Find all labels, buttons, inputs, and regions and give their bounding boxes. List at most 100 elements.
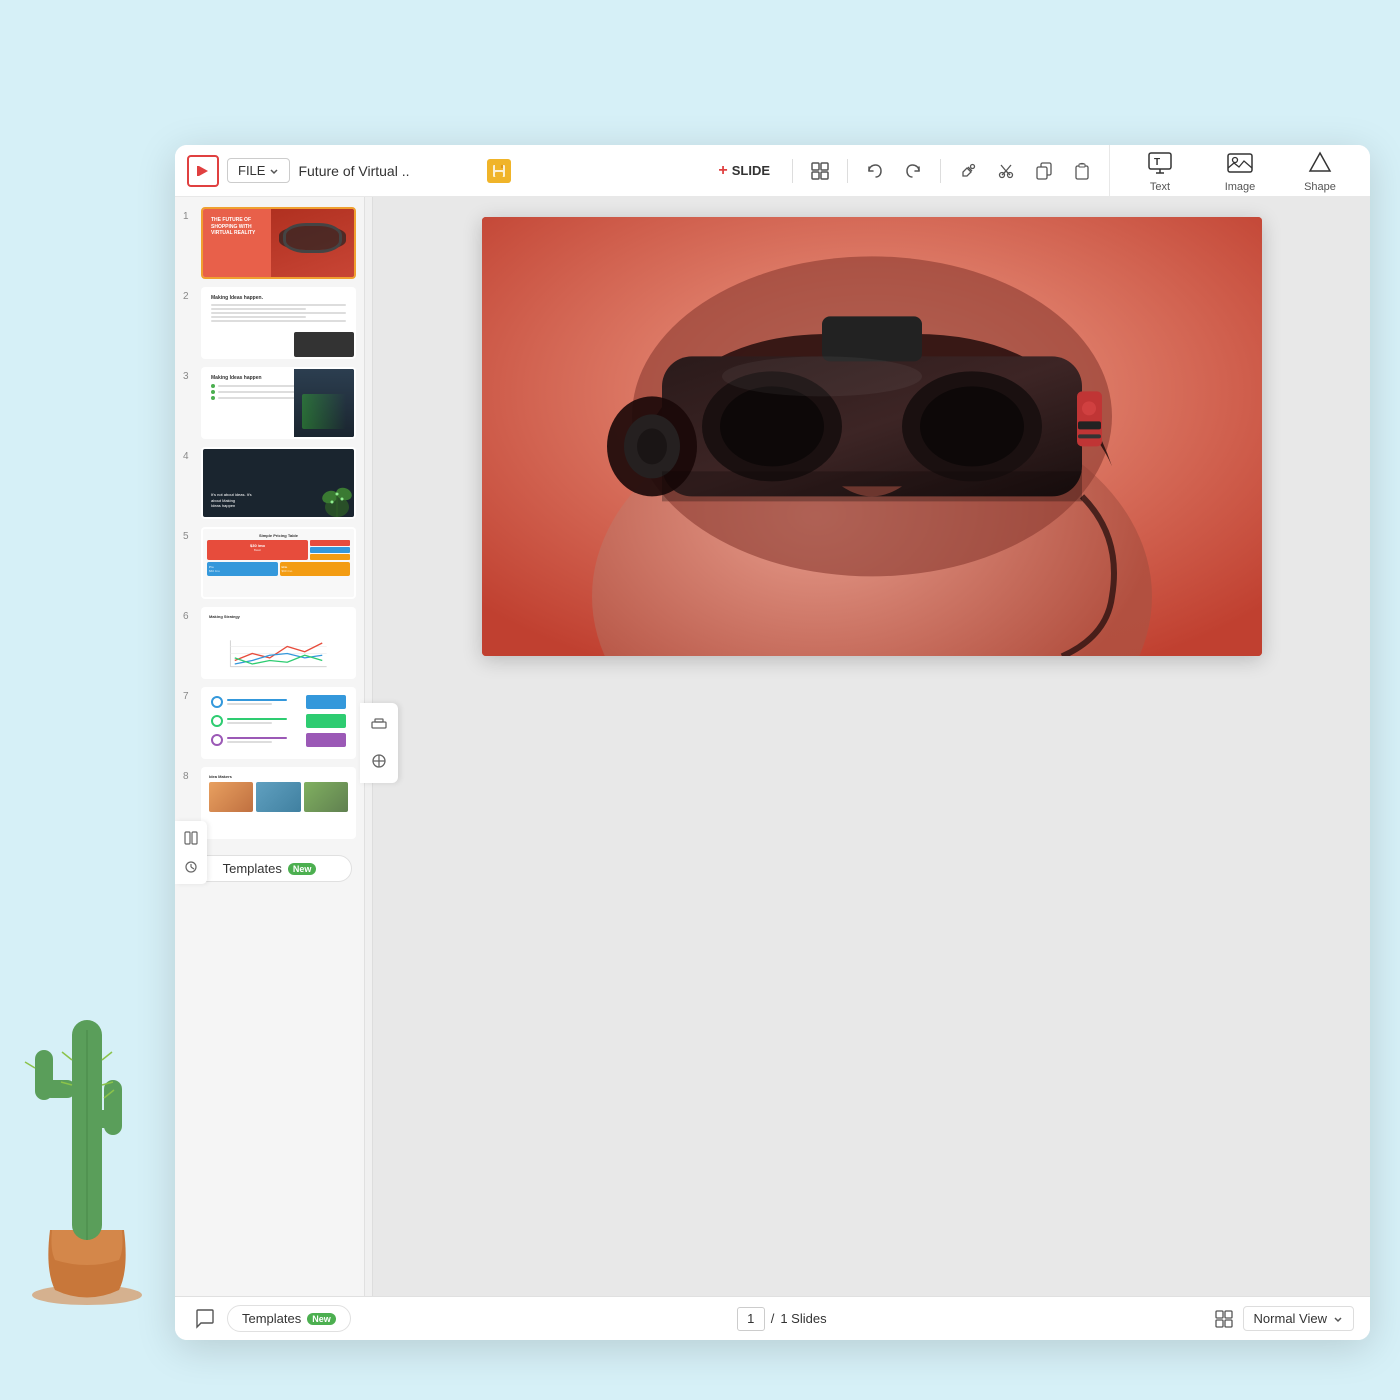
slide-6-chart (209, 636, 348, 671)
slide-thumb-2: Making Ideas happen. (201, 287, 356, 359)
view-chevron-icon (1333, 1314, 1343, 1324)
slide-4-text: It's not about ideas. It'sabout MakingId… (211, 492, 252, 509)
left-tool-4[interactable] (178, 854, 204, 880)
slide-item-6[interactable]: 6 Making Strategy (183, 607, 356, 679)
slide-5-card-red: $30 /mo Basic (207, 540, 308, 560)
s7-bar3 (306, 733, 346, 747)
slide-8-photos (203, 782, 354, 812)
slide-5-bottom-row: Pro $60 /mo Elite $90 /mo (203, 562, 354, 576)
slide-5-center (310, 540, 350, 560)
slide-7-content (203, 689, 354, 753)
redo-button[interactable] (898, 156, 928, 186)
image-icon (1226, 149, 1254, 177)
s2-line1 (211, 304, 346, 306)
play-button[interactable] (187, 155, 219, 187)
toolbar-divider-2 (847, 159, 848, 183)
text-tool[interactable]: T Text (1126, 145, 1194, 201)
file-label: FILE (238, 163, 265, 178)
s7-circle3 (211, 734, 223, 746)
s7-l2b (227, 722, 272, 724)
slide-item-3[interactable]: 3 Making Ideas happen (183, 367, 356, 439)
slide-thumb-6: Making Strategy (201, 607, 356, 679)
slide-thumb-1: THE FUTURE OFSHOPPING WITHVIRTUAL REALIT… (201, 207, 356, 279)
slide-number-1: 1 (183, 207, 195, 222)
plus-icon: + (718, 162, 727, 180)
left-tool-2[interactable] (363, 745, 365, 777)
format-paint-button[interactable] (953, 156, 983, 186)
bottom-templates-label: Templates (242, 1311, 301, 1326)
slide-item-8[interactable]: 8 Idea Makers (183, 767, 356, 839)
canvas-background (482, 217, 1262, 656)
view-mode-icon (1213, 1308, 1235, 1330)
toolbar-top: FILE Future of Virtual .. + (175, 145, 1370, 197)
s8-photo1 (209, 782, 253, 812)
current-page-box[interactable]: 1 (737, 1307, 765, 1331)
slide-number-6: 6 (183, 607, 195, 622)
file-menu-button[interactable]: FILE (227, 158, 290, 183)
paste-button[interactable] (1067, 156, 1097, 186)
s7-bar1 (306, 695, 346, 709)
slide-item-4[interactable]: 4 It's not about ideas. It'sabout Making… (183, 447, 356, 519)
image-tool-label: Image (1225, 181, 1256, 193)
slide-6-title: Making Strategy (203, 609, 354, 621)
cut-button[interactable] (991, 156, 1021, 186)
s2-line2 (211, 308, 306, 310)
s2-line4 (211, 316, 306, 318)
slide-thumb-3: Making Ideas happen (201, 367, 356, 439)
left-float-tools (360, 703, 365, 783)
text-tool-label: Text (1150, 181, 1170, 193)
left-tool-group-2 (175, 821, 207, 884)
copy-button[interactable] (1029, 156, 1059, 186)
slide-number-8: 8 (183, 767, 195, 782)
s7-circle1 (211, 696, 223, 708)
shape-tool[interactable]: Shape (1286, 145, 1354, 201)
bottom-right: Normal View (1213, 1306, 1354, 1331)
slide-item-1[interactable]: 1 THE FUTURE OFSHOPPING WITHVIRTUAL REAL… (183, 207, 356, 279)
s3-dot3 (211, 396, 215, 400)
left-tool-3[interactable] (178, 825, 204, 851)
s2-line3 (211, 312, 346, 314)
slide-thumb-8: Idea Makers (201, 767, 356, 839)
s7-l2a (227, 718, 287, 720)
slide-canvas[interactable] (482, 217, 1262, 656)
templates-new-badge: New (288, 863, 317, 875)
svg-text:T: T (1154, 157, 1160, 168)
bottom-templates-button[interactable]: Templates New (227, 1305, 351, 1332)
slide-panel: 1 THE FUTURE OFSHOPPING WITHVIRTUAL REAL… (175, 197, 365, 1296)
image-tool[interactable]: Image (1206, 145, 1274, 201)
slide-item-5[interactable]: 5 Simple Pricing Table $30 /mo Basic (183, 527, 356, 599)
chat-icon[interactable] (191, 1305, 219, 1333)
slide-5-card-orange: Elite $90 /mo (280, 562, 351, 576)
slide-5-top-row: $30 /mo Basic (203, 540, 354, 562)
slide-number-4: 4 (183, 447, 195, 462)
slide-item-7[interactable]: 7 (183, 687, 356, 759)
left-tool-1[interactable] (363, 709, 365, 741)
total-pages: 1 Slides (780, 1311, 826, 1326)
s7-l3b (227, 741, 272, 743)
bottom-center: 1 / 1 Slides (363, 1307, 1201, 1331)
s7-row2 (211, 714, 346, 728)
s7-lines1 (227, 699, 302, 705)
shape-icon (1306, 149, 1334, 177)
save-button[interactable] (487, 159, 511, 183)
s7-lines2 (227, 718, 302, 724)
layout-button[interactable] (805, 156, 835, 186)
add-slide-label: SLIDE (732, 163, 770, 178)
insert-tools: T Text Image (1110, 145, 1370, 196)
bottom-bar: Templates New 1 / 1 Slides (175, 1296, 1370, 1340)
slide-item-2[interactable]: 2 Making Ideas happen. (183, 287, 356, 359)
s7-circle2 (211, 715, 223, 727)
templates-button[interactable]: Templates New (187, 855, 352, 882)
slide-thumb-inner-4: It's not about ideas. It'sabout MakingId… (203, 449, 354, 517)
s7-row1 (211, 695, 346, 709)
view-selector[interactable]: Normal View (1243, 1306, 1354, 1331)
add-slide-button[interactable]: + SLIDE (708, 157, 780, 185)
undo-button[interactable] (860, 156, 890, 186)
s7-bar2 (306, 714, 346, 728)
s3-dot2 (211, 390, 215, 394)
s7-l3a (227, 737, 287, 739)
s7-row3 (211, 733, 346, 747)
slide-number-7: 7 (183, 687, 195, 702)
shape-tool-label: Shape (1304, 181, 1336, 193)
slide-thumb-inner-5: Simple Pricing Table $30 /mo Basic (203, 529, 354, 597)
